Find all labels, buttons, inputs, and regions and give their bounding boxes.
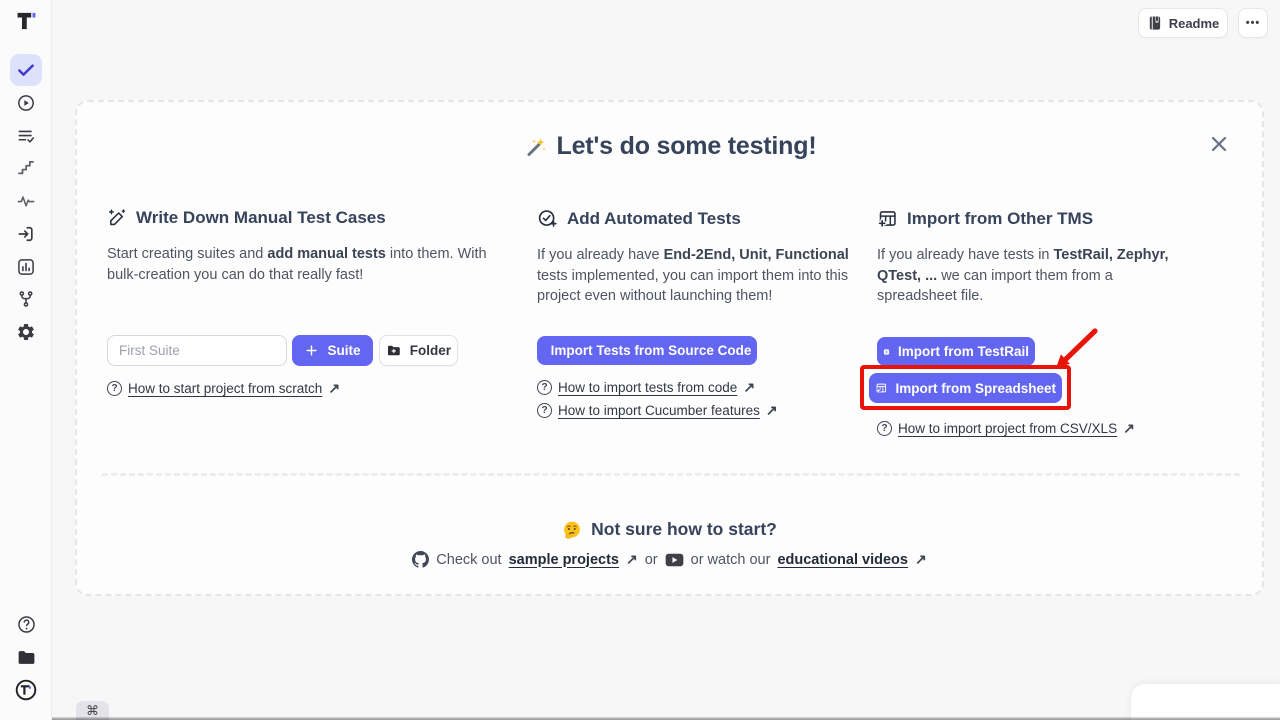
first-suite-input[interactable] xyxy=(107,335,287,366)
git-fork-icon xyxy=(16,289,36,309)
column-import-description: If you already have tests in TestRail, Z… xyxy=(877,245,1177,307)
youtube-icon xyxy=(665,553,684,567)
help-link-row: ? How to import Cucumber features ↗ xyxy=(537,402,778,419)
import-from-spreadsheet-button[interactable]: Import from Spreadsheet xyxy=(869,373,1062,403)
gear-icon xyxy=(16,322,36,342)
column-import-title: Import from Other TMS xyxy=(877,208,1177,229)
folder-icon xyxy=(16,647,37,668)
help-link-row: ? How to import project from CSV/XLS ↗ xyxy=(877,420,1135,437)
external-link-icon: ↗ xyxy=(626,551,638,568)
bottom-right-widget[interactable] xyxy=(1131,684,1280,720)
column-manual-tests: Write Down Manual Test Cases Start creat… xyxy=(107,208,492,285)
help-circle-icon xyxy=(16,614,37,635)
folder-plus-icon xyxy=(386,342,402,359)
sidebar-item-plans[interactable] xyxy=(10,120,42,152)
sidebar-item-steps[interactable] xyxy=(10,152,42,184)
thinking-emoji xyxy=(562,520,582,540)
question-icon: ? xyxy=(537,380,552,395)
table-plus-icon xyxy=(877,208,898,229)
educational-videos-link[interactable]: educational videos xyxy=(777,552,908,568)
list-check-icon xyxy=(16,126,36,146)
arrow-square-icon xyxy=(883,344,890,360)
github-icon xyxy=(412,551,429,568)
page-title: Let's do some testing! xyxy=(77,132,1262,161)
column-manual-title: Write Down Manual Test Cases xyxy=(107,208,492,228)
external-link-icon: ↗ xyxy=(766,402,778,419)
onboarding-card: Let's do some testing! Write Down Manual… xyxy=(75,100,1264,596)
column-automated-tests: Add Automated Tests If you already have … xyxy=(537,208,849,307)
how-to-import-from-csv-xls-link[interactable]: How to import project from CSV/XLS xyxy=(898,421,1117,436)
app-logo-icon xyxy=(13,8,39,34)
sidebar-item-pulse[interactable] xyxy=(10,185,42,217)
readme-label: Readme xyxy=(1169,16,1220,31)
book-icon xyxy=(1147,15,1162,31)
ellipsis-icon: ••• xyxy=(1246,17,1261,29)
section-divider xyxy=(102,473,1240,476)
command-shortcut-button[interactable]: ⌘ xyxy=(76,701,109,720)
sidebar-item-account[interactable] xyxy=(10,674,42,706)
steps-icon xyxy=(16,158,36,178)
app-logo[interactable] xyxy=(13,8,39,34)
magic-wand-emoji xyxy=(523,135,547,159)
account-logo-icon xyxy=(14,678,38,702)
column-manual-description: Start creating suites and add manual tes… xyxy=(107,244,492,285)
how-to-import-tests-from-code-link[interactable]: How to import tests from code xyxy=(558,380,737,395)
sidebar-item-help[interactable] xyxy=(10,608,42,640)
bar-chart-icon xyxy=(16,257,36,277)
sidebar-item-projects[interactable] xyxy=(10,641,42,673)
question-icon: ? xyxy=(537,403,552,418)
external-link-icon: ↗ xyxy=(915,551,927,568)
plus-icon xyxy=(304,343,319,358)
sidebar-item-settings[interactable] xyxy=(10,316,42,348)
page-title-text: Let's do some testing! xyxy=(557,132,817,161)
sidebar-item-tests[interactable] xyxy=(10,54,42,86)
sample-projects-link[interactable]: sample projects xyxy=(509,552,619,568)
question-icon: ? xyxy=(107,381,122,396)
add-suite-button[interactable]: Suite xyxy=(292,335,373,366)
footer-links-row: Check out sample projects ↗ or or watch … xyxy=(77,551,1262,568)
sidebar xyxy=(0,0,52,720)
external-link-icon: ↗ xyxy=(743,379,755,396)
column-automated-description: If you already have End-2End, Unit, Func… xyxy=(537,245,849,307)
help-link-row: ? How to import tests from code ↗ xyxy=(537,379,755,396)
sidebar-item-branches[interactable] xyxy=(10,283,42,315)
activity-pulse-icon xyxy=(16,191,36,211)
column-automated-title: Add Automated Tests xyxy=(537,208,849,229)
table-plus-icon xyxy=(875,380,887,396)
sidebar-item-runs[interactable] xyxy=(10,87,42,119)
import-icon xyxy=(16,224,36,244)
annotation-arrow xyxy=(1047,325,1109,377)
readme-button[interactable]: Readme xyxy=(1138,8,1228,38)
sidebar-item-analytics[interactable] xyxy=(10,251,42,283)
how-to-import-cucumber-features-link[interactable]: How to import Cucumber features xyxy=(558,403,760,418)
help-link-row: ? How to start project from scratch ↗ xyxy=(107,380,340,397)
footer-title: Not sure how to start? xyxy=(77,519,1262,540)
external-link-icon: ↗ xyxy=(328,380,340,397)
import-tests-from-source-code-button[interactable]: Import Tests from Source Code xyxy=(537,336,757,365)
check-icon xyxy=(16,60,36,80)
pencil-sparkle-icon xyxy=(107,208,127,228)
external-link-icon: ↗ xyxy=(1123,420,1135,437)
column-import-tms: Import from Other TMS If you already hav… xyxy=(877,208,1177,307)
import-from-testrail-button[interactable]: Import from TestRail xyxy=(877,337,1035,366)
play-circle-icon xyxy=(16,93,36,113)
how-to-start-from-scratch-link[interactable]: How to start project from scratch xyxy=(128,381,322,396)
add-folder-button[interactable]: Folder xyxy=(379,335,458,366)
sidebar-item-import[interactable] xyxy=(10,218,42,250)
more-options-button[interactable]: ••• xyxy=(1238,8,1268,38)
command-icon: ⌘ xyxy=(86,703,99,719)
question-icon: ? xyxy=(877,421,892,436)
circle-check-plus-icon xyxy=(537,208,558,229)
